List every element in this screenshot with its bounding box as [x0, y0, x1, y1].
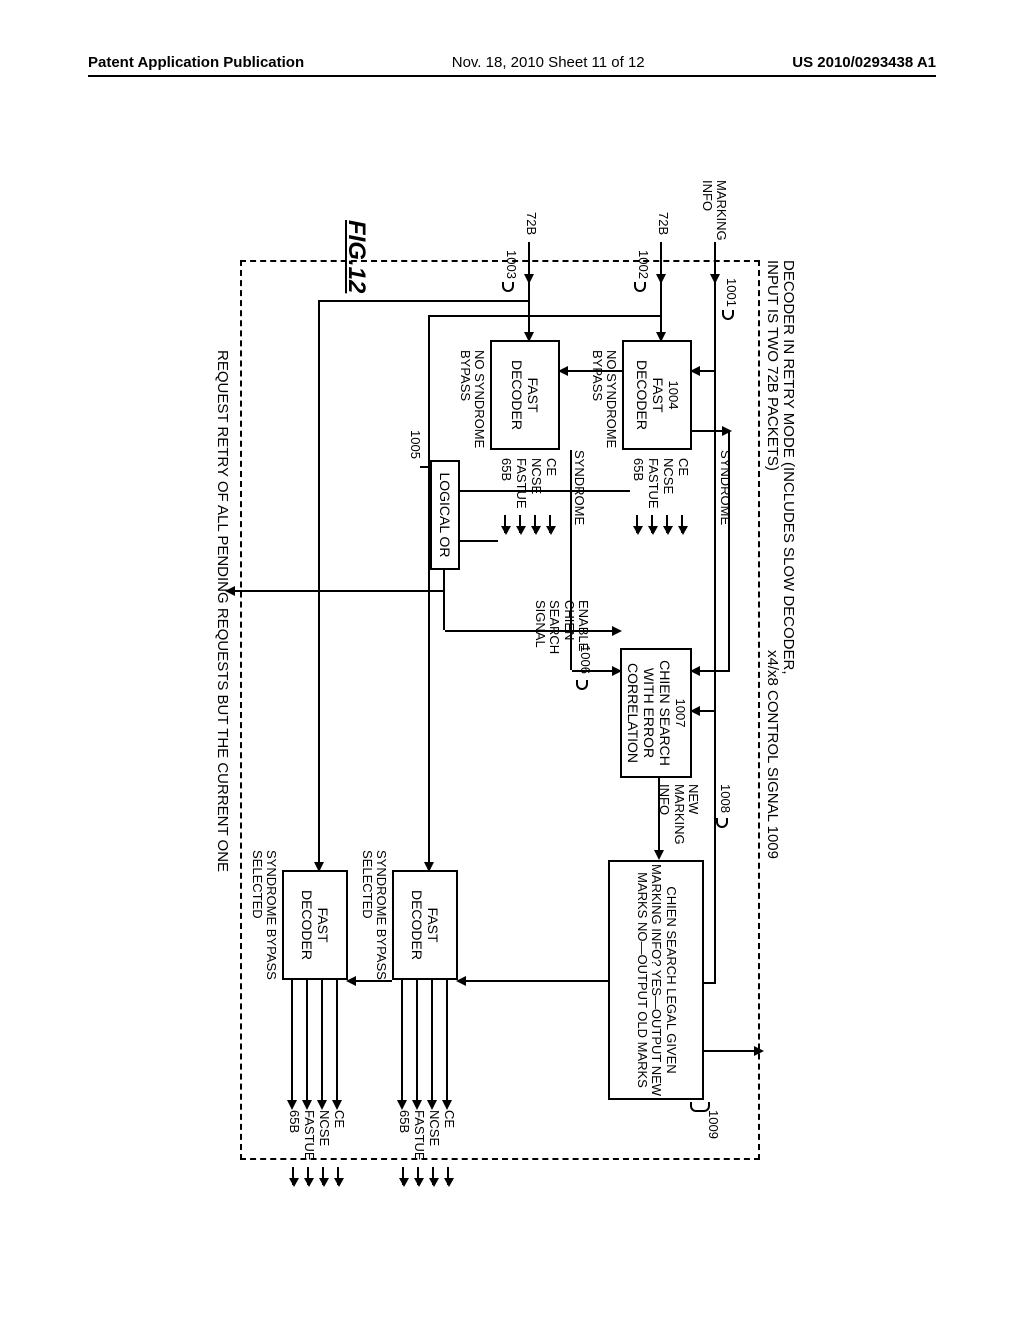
arrow-72b-b: [528, 242, 530, 282]
syndrome-bypass-d: SYNDROME BYPASS SELECTED: [249, 850, 278, 980]
sig-fastue-b: FASTUE: [513, 458, 528, 533]
fast-decoder-d-label: FAST DECODER: [299, 872, 331, 978]
syndrome-a-bus: [728, 430, 730, 670]
figure-rotated: DECODER IN RETRY MODE (INCLUDES SLOW DEC…: [0, 250, 1024, 1110]
feed-b-down: [320, 300, 530, 302]
title-line2: INPUT IS TWO 72B PACKETS): [764, 260, 781, 471]
in-72b-b: 72B: [524, 212, 538, 235]
or-in-a: [460, 490, 630, 492]
out-d1: [336, 980, 338, 1108]
chien-legal: CHIEN SEARCH LEGAL GIVEN MARKING INFO? Y…: [608, 860, 704, 1100]
syndrome-up-a: [692, 430, 730, 432]
fast-decoder-b: FAST DECODER: [490, 340, 560, 450]
header-left: Patent Application Publication: [88, 54, 304, 71]
out-c1: [446, 980, 448, 1108]
legal-down-arr1: [458, 980, 464, 982]
logical-or: LOGICAL OR: [430, 460, 460, 570]
page-header: Patent Application Publication Nov. 18, …: [88, 54, 936, 77]
arrow-72b-a: [660, 242, 662, 282]
syndrome-b: SYNDROME: [572, 450, 586, 525]
request-retry: REQUEST RETRY OF ALL PENDING REQUESTS BU…: [214, 350, 231, 872]
chien-corr-label: CHIEN SEARCH WITH ERROR CORRELATION: [625, 650, 673, 776]
header-center: Nov. 18, 2010 Sheet 11 of 12: [452, 54, 645, 71]
sig-ce-b: CE: [543, 458, 558, 533]
sig-stack-d: CE NCSE FASTUE 65B: [286, 1110, 346, 1185]
ref-1002: 1002: [636, 250, 650, 279]
header-right: US 2010/0293438 A1: [792, 54, 936, 71]
sig-65b-d: 65B: [286, 1110, 301, 1185]
sig-fastue-d: FASTUE: [301, 1110, 316, 1185]
out-c2: [431, 980, 433, 1108]
syndrome-a-drop: [692, 670, 730, 672]
sig-stack-a: CE NCSE FASTUE 65B: [630, 458, 690, 533]
legal-down-arr2: [348, 980, 354, 982]
ref1005-leader: [420, 466, 430, 468]
ref-1003: 1003: [504, 250, 518, 279]
or-out: [443, 570, 445, 630]
logical-or-label: LOGICAL OR: [437, 472, 453, 557]
fast-decoder-c: FAST DECODER: [392, 870, 458, 980]
sig-stack-c: CE NCSE FASTUE 65B: [396, 1110, 456, 1185]
sig-ncse-c: NCSE: [426, 1110, 441, 1185]
ref-1001: 1001: [724, 278, 738, 307]
legal-out-top: [704, 1050, 762, 1052]
marking-info-in: MARKING INFO: [699, 180, 728, 241]
sig-ncse-a: NCSE: [660, 458, 675, 533]
drop-mark-chien: [692, 710, 716, 712]
sig-65b-a: 65B: [630, 458, 645, 533]
no-syndrome-bypass-b: NO SYNDROME BYPASS: [457, 350, 486, 448]
ref-1005: 1005: [408, 430, 422, 459]
control-signal-label: x4/x8 CONTROL SIGNAL 1009: [764, 650, 781, 859]
fast-decoder-a: 1004 FAST DECODER: [622, 340, 692, 450]
or-down: [240, 590, 445, 592]
fast-decoder-b-label: FAST DECODER: [509, 342, 541, 448]
out-c4: [401, 980, 403, 1108]
sig-65b-c: 65B: [396, 1110, 411, 1185]
syndrome-bypass-c: SYNDROME BYPASS SELECTED: [359, 850, 388, 980]
bus-marking: [714, 282, 716, 982]
chien-search-corr: 1007 CHIEN SEARCH WITH ERROR CORRELATION: [620, 648, 692, 778]
ref-1009: 1009: [706, 1110, 720, 1139]
sig-ce-a: CE: [675, 458, 690, 533]
ref-1007: 1007: [673, 699, 687, 728]
brace-1009: [690, 1102, 710, 1112]
out-d4: [291, 980, 293, 1108]
figure-label: FIG.12: [342, 220, 370, 293]
title-line1: DECODER IN RETRY MODE (INCLUDES SLOW DEC…: [780, 260, 797, 675]
out-d2: [321, 980, 323, 1108]
ref-1004: 1004: [666, 381, 680, 410]
fast-decoder-a-label: FAST DECODER: [634, 342, 666, 448]
sig-fastue-c: FASTUE: [411, 1110, 426, 1185]
new-marking-label: NEW MARKING INFO: [657, 784, 700, 845]
fast-decoder-d: FAST DECODER: [282, 870, 348, 980]
sig-stack-b: CE NCSE FASTUE 65B: [498, 458, 558, 533]
chien-legal-label: CHIEN SEARCH LEGAL GIVEN MARKING INFO? Y…: [634, 862, 679, 1098]
sig-ncse-b: NCSE: [528, 458, 543, 533]
arrow-marking-in: [714, 242, 716, 282]
feed-b-right: [318, 300, 320, 870]
no-syndrome-bypass-a: NO SYNDROME BYPASS: [589, 350, 618, 448]
sig-fastue-a: FASTUE: [645, 458, 660, 533]
feed-a-right: [428, 315, 430, 870]
sig-ce-d: CE: [331, 1110, 346, 1185]
sig-65b-b: 65B: [498, 458, 513, 533]
fast-decoder-c-label: FAST DECODER: [409, 872, 441, 978]
out-d3: [306, 980, 308, 1108]
ref-1006: 1006: [578, 645, 592, 674]
ref-1008: 1008: [718, 784, 732, 813]
in-72b-a: 72B: [656, 212, 670, 235]
out-c3: [416, 980, 418, 1108]
feed-a-down: [430, 315, 662, 317]
legal-down: [458, 980, 608, 982]
or-in-b: [460, 540, 498, 542]
sig-ncse-d: NCSE: [316, 1110, 331, 1185]
sig-ce-c: CE: [441, 1110, 456, 1185]
